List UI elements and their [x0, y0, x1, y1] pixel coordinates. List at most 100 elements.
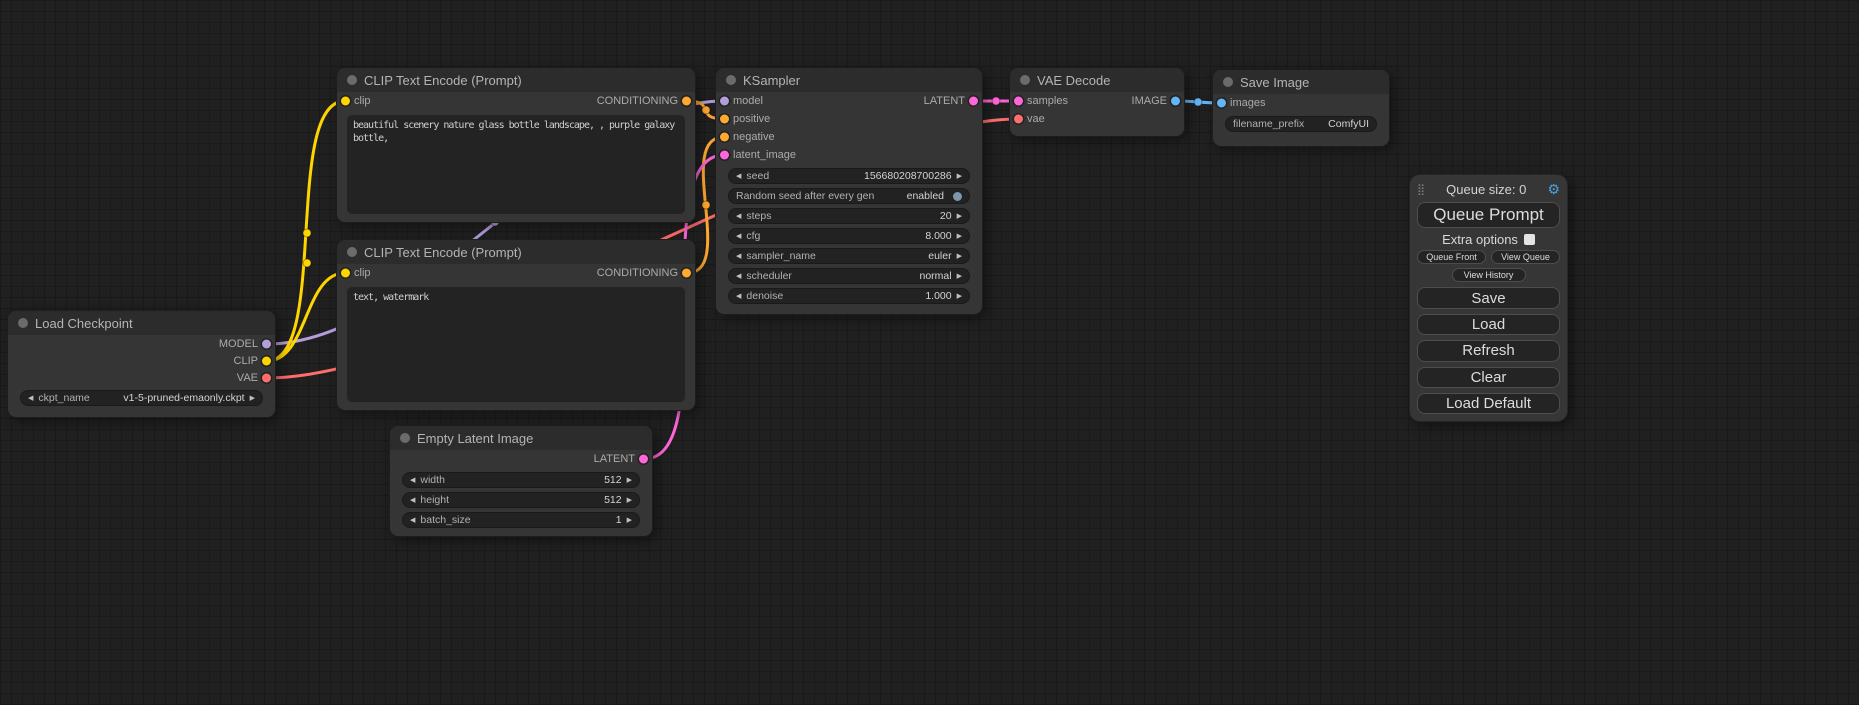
slot-row: clip CONDITIONING: [337, 264, 695, 282]
next-arrow-icon[interactable]: ▶: [957, 173, 962, 180]
node-collapse-dot[interactable]: [400, 433, 410, 443]
slot-row: clip CONDITIONING: [337, 92, 695, 110]
latent-output-dot[interactable]: [969, 97, 978, 106]
graph-canvas[interactable]: { "colors": { "model": "#B39DDB", "clip"…: [0, 0, 1859, 705]
node-ksampler[interactable]: KSampler model LATENT positive negative …: [716, 68, 982, 314]
prev-arrow-icon[interactable]: ◀: [736, 253, 741, 260]
next-arrow-icon[interactable]: ▶: [957, 273, 962, 280]
load-default-button[interactable]: Load Default: [1417, 393, 1560, 414]
node-save-image[interactable]: Save Image images filename_prefix ComfyU…: [1213, 70, 1389, 146]
refresh-button[interactable]: Refresh: [1417, 340, 1560, 361]
output-slot-latent: LATENT: [390, 450, 652, 468]
prev-arrow-icon[interactable]: ◀: [736, 293, 741, 300]
settings-gear-icon[interactable]: ⚙: [1547, 181, 1560, 198]
extra-options-checkbox[interactable]: [1524, 234, 1535, 245]
node-empty-latent-image[interactable]: Empty Latent Image LATENT ◀ width 512 ▶ …: [390, 426, 652, 536]
width-widget[interactable]: ◀ width 512 ▶: [402, 472, 640, 488]
node-clip-text-encode-negative[interactable]: CLIP Text Encode (Prompt) clip CONDITION…: [337, 240, 695, 410]
node-titlebar[interactable]: CLIP Text Encode (Prompt): [337, 240, 695, 264]
seed-widget[interactable]: ◀ seed 156680208700286 ▶: [728, 168, 970, 184]
ckpt-name-widget[interactable]: ◀ ckpt_name v1-5-pruned-emaonly.ckpt ▶: [20, 390, 263, 406]
view-history-button[interactable]: View History: [1452, 268, 1526, 282]
node-collapse-dot[interactable]: [347, 75, 357, 85]
steps-widget[interactable]: ◀ steps 20 ▶: [728, 208, 970, 224]
node-vae-decode[interactable]: VAE Decode samples IMAGE vae: [1010, 68, 1184, 136]
random-seed-toggle-widget[interactable]: Random seed after every gen enabled: [728, 188, 970, 204]
node-title: CLIP Text Encode (Prompt): [364, 245, 522, 260]
model-input-dot[interactable]: [720, 97, 729, 106]
save-button[interactable]: Save: [1417, 287, 1560, 308]
node-collapse-dot[interactable]: [1223, 77, 1233, 87]
queue-prompt-button[interactable]: Queue Prompt: [1417, 202, 1560, 227]
next-arrow-icon[interactable]: ▶: [957, 253, 962, 260]
prev-arrow-icon[interactable]: ◀: [410, 497, 415, 504]
next-arrow-icon[interactable]: ▶: [250, 395, 255, 402]
next-arrow-icon[interactable]: ▶: [957, 293, 962, 300]
samples-input-dot[interactable]: [1014, 97, 1023, 106]
scheduler-widget[interactable]: ◀ scheduler normal ▶: [728, 268, 970, 284]
next-arrow-icon[interactable]: ▶: [627, 497, 632, 504]
positive-prompt-textarea[interactable]: beautiful scenery nature glass bottle la…: [347, 115, 685, 214]
positive-input-dot[interactable]: [720, 115, 729, 124]
batch-size-widget[interactable]: ◀ batch_size 1 ▶: [402, 512, 640, 528]
images-input-dot[interactable]: [1217, 99, 1226, 108]
next-arrow-icon[interactable]: ▶: [627, 477, 632, 484]
prev-arrow-icon[interactable]: ◀: [736, 273, 741, 280]
conditioning-output-dot[interactable]: [682, 97, 691, 106]
vae-input-dot[interactable]: [1014, 115, 1023, 124]
node-collapse-dot[interactable]: [18, 318, 28, 328]
prev-arrow-icon[interactable]: ◀: [736, 213, 741, 220]
model-output-dot[interactable]: [262, 339, 271, 348]
vae-output-dot[interactable]: [262, 373, 271, 382]
toggle-knob[interactable]: [953, 192, 962, 201]
negative-prompt-textarea[interactable]: text, watermark: [347, 287, 685, 402]
link-clip-to-negative[interactable]: [267, 273, 345, 361]
filename-prefix-widget[interactable]: filename_prefix ComfyUI: [1225, 116, 1377, 132]
node-title: Empty Latent Image: [417, 431, 533, 446]
node-collapse-dot[interactable]: [726, 75, 736, 85]
clip-input-dot[interactable]: [341, 269, 350, 278]
next-arrow-icon[interactable]: ▶: [957, 233, 962, 240]
view-queue-button[interactable]: View Queue: [1491, 250, 1560, 264]
extra-options-label: Extra options: [1442, 232, 1518, 247]
queue-front-button[interactable]: Queue Front: [1417, 250, 1486, 264]
queue-buttons-row: Queue Front View Queue: [1417, 250, 1560, 264]
slot-row: samples IMAGE: [1010, 92, 1184, 110]
denoise-widget[interactable]: ◀ denoise 1.000 ▶: [728, 288, 970, 304]
clip-input-dot[interactable]: [341, 97, 350, 106]
clip-output-dot[interactable]: [262, 356, 271, 365]
node-titlebar[interactable]: Save Image: [1213, 70, 1389, 94]
node-titlebar[interactable]: VAE Decode: [1010, 68, 1184, 92]
prev-arrow-icon[interactable]: ◀: [736, 233, 741, 240]
slot-row: model LATENT: [716, 92, 982, 110]
prev-arrow-icon[interactable]: ◀: [410, 477, 415, 484]
output-slot-clip: CLIP: [8, 352, 275, 369]
node-titlebar[interactable]: CLIP Text Encode (Prompt): [337, 68, 695, 92]
node-collapse-dot[interactable]: [347, 247, 357, 257]
node-titlebar[interactable]: KSampler: [716, 68, 982, 92]
latent-image-input-dot[interactable]: [720, 151, 729, 160]
next-arrow-icon[interactable]: ▶: [627, 517, 632, 524]
negative-input-dot[interactable]: [720, 133, 729, 142]
link-midpoint-dot: [303, 259, 311, 267]
node-load-checkpoint[interactable]: Load Checkpoint MODEL CLIP VAE ◀ ckpt_na…: [8, 311, 275, 417]
cfg-widget[interactable]: ◀ cfg 8.000 ▶: [728, 228, 970, 244]
node-title: KSampler: [743, 73, 800, 88]
prev-arrow-icon[interactable]: ◀: [410, 517, 415, 524]
node-titlebar[interactable]: Empty Latent Image: [390, 426, 652, 450]
sampler-name-widget[interactable]: ◀ sampler_name euler ▶: [728, 248, 970, 264]
node-clip-text-encode-positive[interactable]: CLIP Text Encode (Prompt) clip CONDITION…: [337, 68, 695, 222]
link-midpoint-dot: [702, 106, 710, 114]
height-widget[interactable]: ◀ height 512 ▶: [402, 492, 640, 508]
latent-output-dot[interactable]: [639, 455, 648, 464]
load-button[interactable]: Load: [1417, 314, 1560, 335]
conditioning-output-dot[interactable]: [682, 269, 691, 278]
node-titlebar[interactable]: Load Checkpoint: [8, 311, 275, 335]
drag-handle-icon[interactable]: ⣿: [1417, 183, 1425, 196]
image-output-dot[interactable]: [1171, 97, 1180, 106]
prev-arrow-icon[interactable]: ◀: [736, 173, 741, 180]
node-collapse-dot[interactable]: [1020, 75, 1030, 85]
clear-button[interactable]: Clear: [1417, 367, 1560, 388]
next-arrow-icon[interactable]: ▶: [957, 213, 962, 220]
prev-arrow-icon[interactable]: ◀: [28, 395, 33, 402]
